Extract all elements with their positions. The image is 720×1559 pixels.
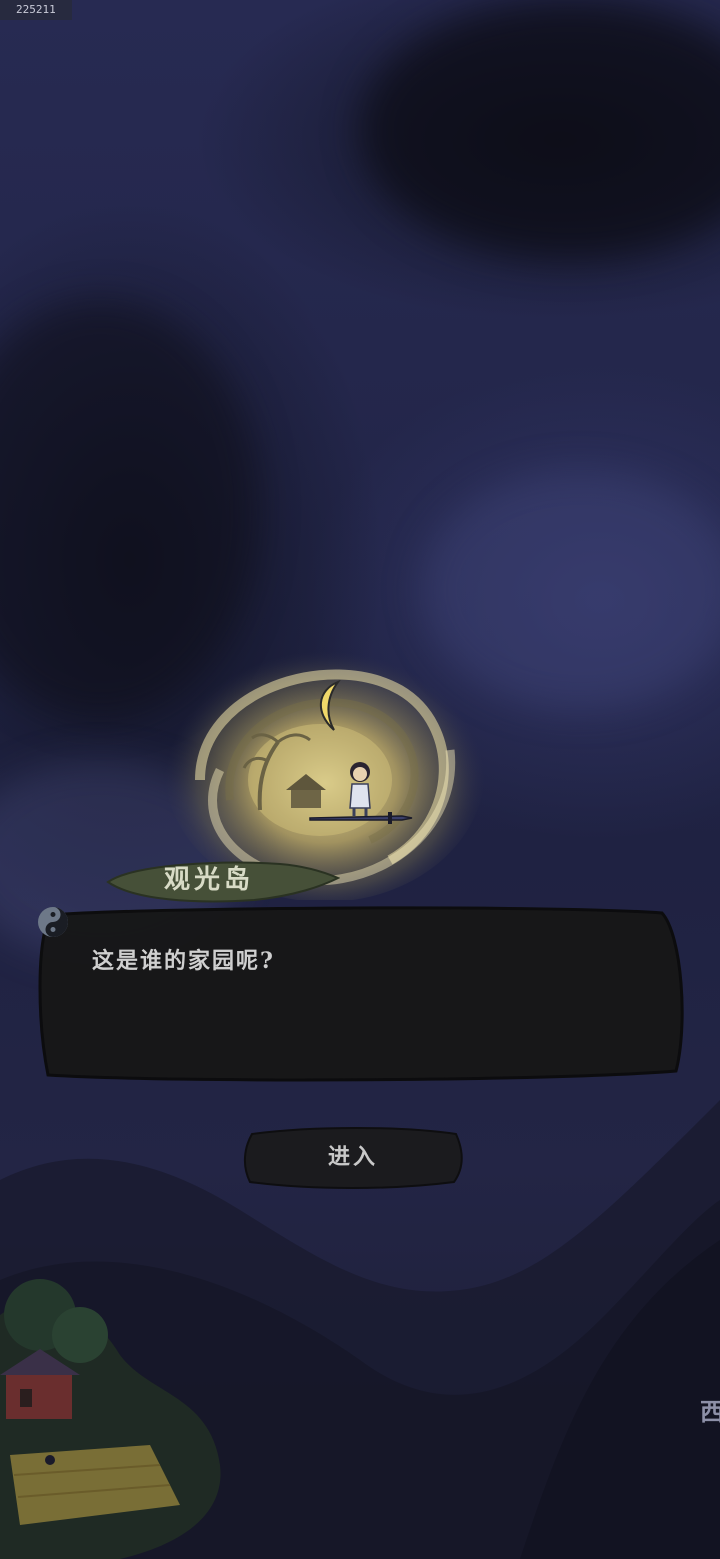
location-tag: 观光岛 (104, 856, 340, 904)
swirl-icon[interactable] (36, 905, 70, 939)
edge-partial-label: 西 (700, 1397, 720, 1426)
location-name: 观光岛 (163, 865, 254, 895)
dialog-box[interactable]: 这是谁的家园呢? (36, 905, 688, 1083)
mist-cloud (360, 0, 720, 260)
dialog-text: 这是谁的家园呢? (92, 948, 275, 974)
ink-panel (38, 906, 684, 1082)
crescent-moon-icon (319, 680, 341, 731)
player-character (309, 762, 413, 824)
game-scene: 225211 观光岛 这是谁的家园呢? 进入 西 (0, 0, 720, 1559)
debug-counter: 225211 (0, 0, 72, 20)
village-island (0, 1279, 221, 1559)
